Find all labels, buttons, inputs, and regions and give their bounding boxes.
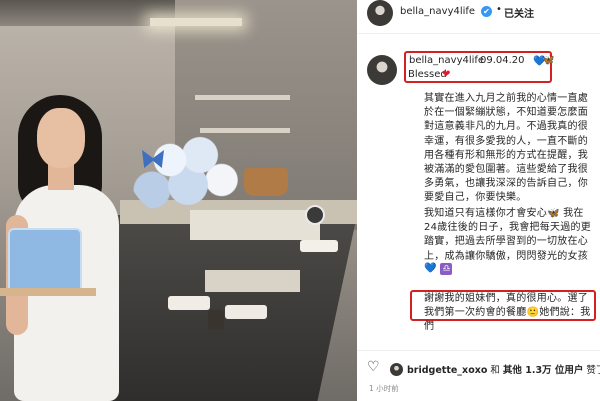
verified-badge-icon: ✔ <box>481 6 492 17</box>
likes-connector: 和 <box>487 365 503 376</box>
caption-date: 09.04.20 <box>480 55 525 66</box>
flower-arrangement <box>128 120 248 220</box>
liker-username[interactable]: bridgette_xoxo <box>407 365 487 376</box>
serving-trays <box>190 210 320 240</box>
caption-paragraph-1: 其實在進入九月之前我的心情一直處於在一個緊繃狀態，不知道要怎麼面對這意義非凡的九… <box>424 92 592 206</box>
post-panel: bella_navy4life ✔ • 已关注 bella_navy4life … <box>357 0 600 401</box>
header-username[interactable]: bella_navy4life <box>400 6 475 17</box>
butterfly-icon: 🦋 <box>542 55 555 66</box>
libra-icon: ♎ <box>440 263 453 275</box>
cake-board <box>0 288 96 296</box>
likes-suffix: 赞了 <box>586 365 600 376</box>
likes-summary: bridgette_xoxo 和 其他 1.3万 位用户 赞了 <box>407 362 600 376</box>
caption-paragraph-2: 我知道只有這樣你才會安心🦋 我在24歲往後的日子，我會把每天過的更踏實，把過去所… <box>424 207 592 264</box>
plate <box>225 305 267 319</box>
caption-paragraph-3: 謝謝我的姐妹們，真的很用心。選了我們第一次約會的餐廳🙂她們說：我們 <box>424 292 592 335</box>
cup <box>208 310 224 330</box>
shelf <box>195 95 290 100</box>
plate <box>168 296 210 310</box>
caption-blessed: Blessed <box>408 69 447 80</box>
basket <box>244 168 288 196</box>
woman-face <box>37 108 85 168</box>
birthday-cake <box>8 228 82 294</box>
like-heart-icon[interactable]: ♡ <box>367 359 380 375</box>
caption-paragraph-1-text: 其實在進入九月之前我的心情一直處於在一個緊繃狀態，不知道要怎麼面對這意義非凡的九… <box>424 93 588 204</box>
blue-heart-icon: 💙 <box>424 263 437 274</box>
serving-trays <box>205 270 300 292</box>
plate <box>300 240 338 252</box>
carousel-next-icon[interactable] <box>305 205 325 225</box>
header-separator: • <box>496 4 502 15</box>
actions-divider <box>357 350 600 351</box>
post-photo[interactable] <box>0 0 357 401</box>
ceiling-light <box>150 18 242 26</box>
caption-paragraph-2-icons: 💙 ♎ <box>424 263 453 275</box>
caption-paragraph-3-text: 謝謝我的姐妹們，真的很用心。選了我們第一次約會的餐廳🙂她們說：我們 <box>424 293 591 333</box>
red-heart-icon: ❤ <box>442 69 451 80</box>
post-timestamp: 1 小时前 <box>369 384 399 393</box>
caption-avatar[interactable] <box>367 55 397 85</box>
header-divider <box>357 33 600 34</box>
caption-paragraph-2-text: 我知道只有這樣你才會安心🦋 我在24歲往後的日子，我會把每天過的更踏實，把過去所… <box>424 208 591 262</box>
liker-avatar[interactable] <box>390 363 403 376</box>
caption-username[interactable]: bella_navy4life <box>409 55 484 66</box>
likes-others[interactable]: 其他 1.3万 位用户 <box>503 365 583 376</box>
follow-status-button[interactable]: 已关注 <box>504 5 534 20</box>
header-avatar[interactable] <box>367 0 393 26</box>
